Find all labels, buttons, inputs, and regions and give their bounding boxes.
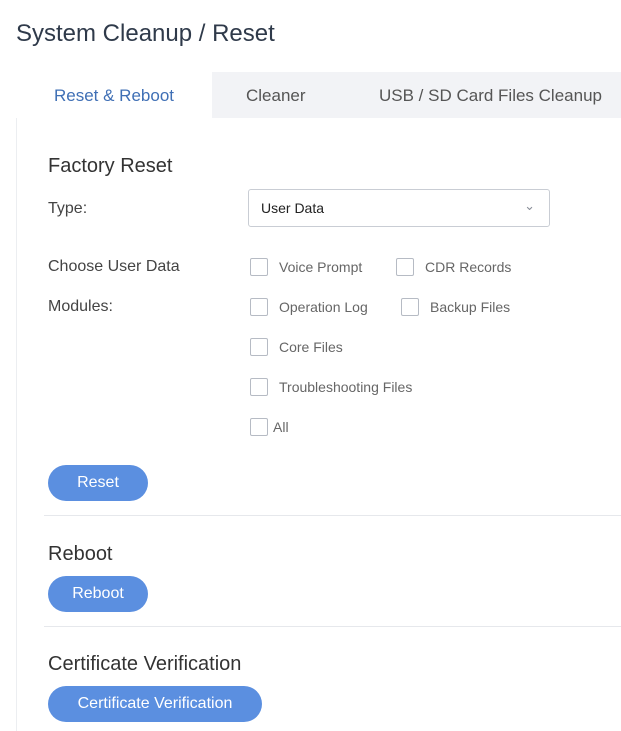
cdr-records-label: CDR Records xyxy=(425,259,512,275)
option-operation-log: Operation Log xyxy=(250,298,368,316)
page-title: System Cleanup / Reset xyxy=(16,20,275,47)
backup-files-checkbox[interactable] xyxy=(401,298,419,316)
option-core-files: Core Files xyxy=(250,338,343,356)
tab-cleaner[interactable]: Cleaner xyxy=(246,72,306,118)
option-all: All xyxy=(250,418,289,436)
divider xyxy=(44,515,621,516)
factory-reset-title: Factory Reset xyxy=(48,155,173,177)
cdr-records-checkbox[interactable] xyxy=(396,258,414,276)
all-label: All xyxy=(273,419,289,435)
core-files-checkbox[interactable] xyxy=(250,338,268,356)
troubleshooting-files-label: Troubleshooting Files xyxy=(279,379,413,395)
option-voice-prompt: Voice Prompt xyxy=(250,258,362,276)
reboot-title: Reboot xyxy=(48,543,113,565)
voice-prompt-checkbox[interactable] xyxy=(250,258,268,276)
modules-label-line1: Choose User Data xyxy=(48,258,180,275)
certificate-verification-title: Certificate Verification xyxy=(48,653,242,675)
type-select[interactable]: User Data ⌄ xyxy=(248,189,550,227)
type-select-value: User Data xyxy=(261,200,325,216)
modules-label-line2: Modules: xyxy=(48,298,113,315)
tab-usb-sd-cleanup[interactable]: USB / SD Card Files Cleanup xyxy=(379,72,602,118)
chevron-down-icon: ⌄ xyxy=(524,198,535,213)
divider xyxy=(44,626,621,627)
core-files-label: Core Files xyxy=(279,339,343,355)
tab-bar: Reset & Reboot Cleaner USB / SD Card Fil… xyxy=(16,72,621,118)
reboot-button[interactable]: Reboot xyxy=(48,576,148,612)
option-backup-files: Backup Files xyxy=(401,298,510,316)
troubleshooting-files-checkbox[interactable] xyxy=(250,378,268,396)
content-left-border xyxy=(16,118,17,731)
tab-reset-reboot[interactable]: Reset & Reboot xyxy=(16,72,212,118)
operation-log-label: Operation Log xyxy=(279,299,368,315)
reset-button[interactable]: Reset xyxy=(48,465,148,501)
operation-log-checkbox[interactable] xyxy=(250,298,268,316)
option-cdr-records: CDR Records xyxy=(396,258,511,276)
type-label: Type: xyxy=(48,200,88,217)
voice-prompt-label: Voice Prompt xyxy=(279,259,363,275)
all-checkbox[interactable] xyxy=(250,418,268,436)
option-troubleshooting-files: Troubleshooting Files xyxy=(250,378,412,396)
backup-files-label: Backup Files xyxy=(430,299,511,315)
certificate-verification-button[interactable]: Certificate Verification xyxy=(48,686,262,722)
